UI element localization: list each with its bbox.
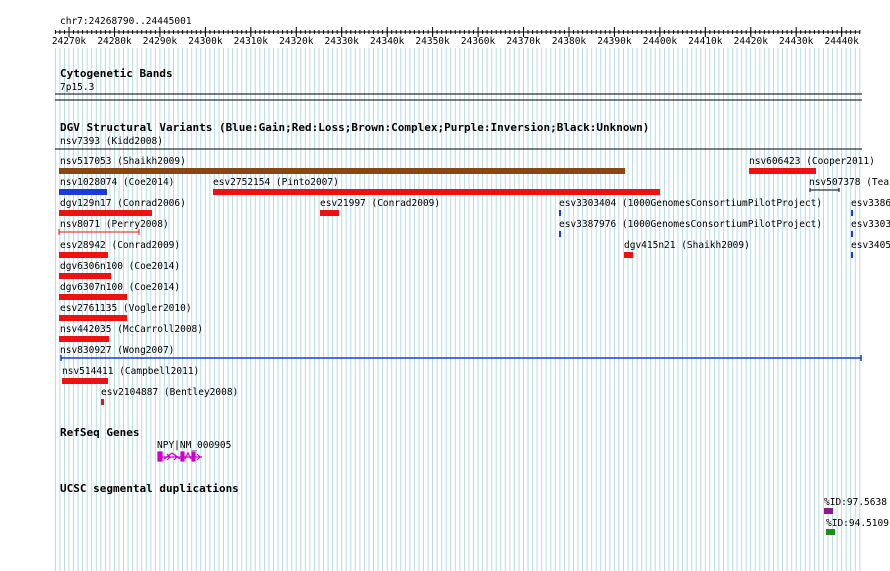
refseq-title: RefSeq Genes [60, 426, 139, 439]
ruler-tick-label: 24340k [370, 36, 405, 47]
variant-bar[interactable] [851, 252, 853, 258]
feature-label: esv3303 [851, 219, 890, 230]
cytoband-title: Cytogenetic Bands [60, 67, 173, 80]
feature-label: esv2104887 (Bentley2008) [101, 387, 238, 398]
variant-bar[interactable] [60, 355, 862, 361]
ruler-tick-label: 24350k [415, 36, 450, 47]
ruler-tick-label: 24370k [506, 36, 541, 47]
ruler-tick-label: 24270k [52, 36, 87, 47]
ruler-tick-label: 24310k [234, 36, 269, 47]
feature-label: esv21997 (Conrad2009) [320, 198, 440, 209]
segdup-bar[interactable] [826, 529, 835, 535]
segdup-label: %ID:94.5109 [826, 518, 889, 529]
segdup-bar[interactable] [824, 508, 833, 514]
variant-bar[interactable] [213, 189, 660, 195]
ruler-tick-label: 24360k [461, 36, 496, 47]
feature-label: nsv8071 (Perry2008) [60, 219, 169, 230]
position-label: chr7:24268790..24445001 [60, 16, 192, 27]
feature-label: dgv6306n100 (Coe2014) [60, 261, 180, 272]
segdup-label: %ID:97.5638 [824, 497, 887, 508]
ruler-tick-label: 24410k [688, 36, 723, 47]
segdup-title: UCSC segmental duplications [60, 482, 239, 495]
feature-label: esv3387976 (1000GenomesConsortiumPilotPr… [559, 219, 822, 230]
variant-bar[interactable] [559, 231, 561, 237]
variant-bar[interactable] [101, 399, 104, 405]
variant-bar[interactable] [59, 294, 127, 300]
variant-bar[interactable] [59, 315, 127, 321]
feature-label: nsv1028074 (Coe2014) [60, 177, 174, 188]
variant-bar[interactable] [59, 168, 625, 174]
feature-label: dgv415n21 (Shaikh2009) [624, 240, 750, 251]
feature-label: esv2761135 (Vogler2010) [60, 303, 192, 314]
feature-label: esv2752154 (Pinto2007) [213, 177, 339, 188]
variant-bar[interactable] [851, 231, 853, 237]
feature-label: nsv514411 (Campbell2011) [62, 366, 199, 377]
variant-bar[interactable] [851, 210, 853, 216]
feature-label: nsv606423 (Cooper2011) [749, 156, 875, 167]
variant-bar[interactable] [624, 252, 633, 258]
variant-bar[interactable] [59, 210, 152, 216]
feature-label: nsv442035 (McCarroll2008) [60, 324, 203, 335]
variant-bar[interactable] [59, 252, 108, 258]
ruler-track: chr7:24268790..24445001 24270k 24280k 2429… [52, 16, 861, 47]
variant-bar[interactable] [749, 168, 816, 174]
ruler-tick-label: 24290k [143, 36, 178, 47]
ruler-tick-label: 24320k [279, 36, 314, 47]
gene-label: NPY|NM_000905 [157, 440, 231, 451]
cytoband-track[interactable]: Cytogenetic Bands 7p15.3 [55, 67, 862, 101]
feature-label: nsv830927 (Wong2007) [60, 345, 174, 356]
ruler-tick-label: 24390k [597, 36, 632, 47]
variant-bar[interactable] [320, 210, 339, 216]
dgv-header-label: nsv7393 (Kidd2008) [60, 136, 163, 147]
variant-bar[interactable] [62, 378, 108, 384]
variant-bar[interactable] [59, 189, 107, 195]
feature-label: esv3405 [851, 240, 890, 251]
cytoband-label: 7p15.3 [60, 82, 94, 93]
feature-label: dgv6307n100 (Coe2014) [60, 282, 180, 293]
dgv-title: DGV Structural Variants (Blue:Gain;Red:L… [60, 121, 649, 134]
variant-bar[interactable] [59, 273, 111, 279]
ruler-tick-label: 24400k [643, 36, 678, 47]
variant-bar[interactable] [559, 210, 561, 216]
feature-label: nsv517053 (Shaikh2009) [60, 156, 186, 167]
ruler-tick-label: 24300k [188, 36, 223, 47]
genome-browser-panel: chr7:24268790..24445001 24270k 24280k 2429… [52, 16, 890, 571]
ruler-tick-label: 24330k [325, 36, 360, 47]
ruler-tick-label: 24380k [552, 36, 587, 47]
feature-label: esv3303404 (1000GenomesConsortiumPilotPr… [559, 198, 822, 209]
feature-label: nsv507378 (Tea [809, 177, 889, 188]
feature-label: esv28942 (Conrad2009) [60, 240, 180, 251]
feature-label: dgv129n17 (Conrad2006) [60, 198, 186, 209]
ruler-tick-label: 24430k [779, 36, 814, 47]
variant-bar[interactable] [59, 336, 109, 342]
feature-label: esv3386 [851, 198, 890, 209]
ruler-tick-label: 24420k [734, 36, 769, 47]
ruler-tick-label: 24280k [97, 36, 132, 47]
ruler-tick-label: 24440k [825, 36, 860, 47]
